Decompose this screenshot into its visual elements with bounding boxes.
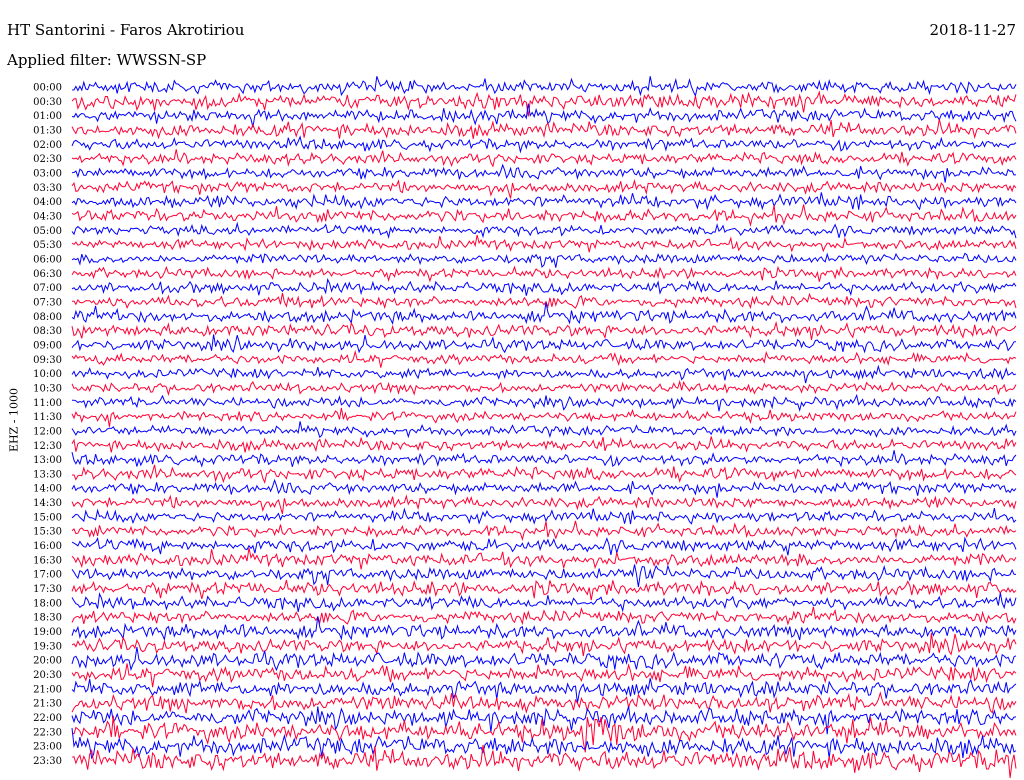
trace-line <box>71 407 1017 427</box>
row-label: 08:30 <box>33 326 62 337</box>
row-label: 18:00 <box>33 598 62 609</box>
trace-line <box>71 536 1017 556</box>
row-label: 13:30 <box>33 469 62 480</box>
row-label: 07:30 <box>33 297 62 308</box>
trace-line <box>71 393 1017 413</box>
row-label: 14:00 <box>33 484 62 495</box>
row-label: 11:00 <box>33 398 62 409</box>
trace-line <box>71 663 1017 688</box>
trace-line <box>71 647 1017 672</box>
trace-line <box>71 302 1017 325</box>
row-label: 02:30 <box>33 154 62 165</box>
row-label: 04:00 <box>33 197 62 208</box>
trace-line <box>71 364 1017 384</box>
row-label: 13:00 <box>33 455 62 466</box>
row-label: 10:00 <box>33 369 62 380</box>
trace-line <box>71 265 1017 283</box>
row-label: 11:30 <box>33 412 62 423</box>
row-label: 02:00 <box>33 140 62 151</box>
row-label: 19:00 <box>33 627 62 638</box>
row-label: 04:30 <box>33 211 62 222</box>
row-label: 08:00 <box>33 312 62 323</box>
row-label: 16:00 <box>33 541 62 552</box>
row-label: 22:00 <box>33 713 62 724</box>
row-label: 12:00 <box>33 426 62 437</box>
trace-line <box>71 149 1017 168</box>
trace-line <box>71 564 1017 587</box>
trace-line <box>71 579 1017 601</box>
trace-line <box>71 119 1017 140</box>
trace-line <box>71 204 1017 227</box>
trace-line <box>71 178 1017 199</box>
trace-line <box>71 632 1017 657</box>
row-label: 16:30 <box>33 555 62 566</box>
row-label: 01:00 <box>33 111 62 122</box>
trace-line <box>71 103 1017 128</box>
trace-line <box>71 135 1017 154</box>
row-label: 06:00 <box>33 254 62 265</box>
trace-line <box>71 436 1017 453</box>
row-label: 00:30 <box>33 97 62 108</box>
trace-line <box>71 606 1017 626</box>
row-label: 10:30 <box>33 383 62 394</box>
trace-line <box>71 379 1017 397</box>
trace-line <box>71 192 1017 211</box>
trace-line <box>71 163 1017 183</box>
row-label: 15:00 <box>33 512 62 523</box>
row-label: 22:30 <box>33 727 62 738</box>
row-label: 17:00 <box>33 570 62 581</box>
row-label: 20:30 <box>33 670 62 681</box>
row-label: 12:30 <box>33 441 62 452</box>
row-label: 01:30 <box>33 125 62 136</box>
row-label: 06:30 <box>33 269 62 280</box>
trace-line <box>71 252 1017 269</box>
row-label: 05:30 <box>33 240 62 251</box>
row-label: 23:30 <box>33 756 62 767</box>
row-label: 14:30 <box>33 498 62 509</box>
row-label: 07:00 <box>33 283 62 294</box>
trace-line <box>71 616 1017 642</box>
trace-line <box>71 450 1017 468</box>
trace-line <box>71 478 1017 498</box>
trace-line <box>71 464 1017 484</box>
trace-line <box>71 76 1017 98</box>
helicorder-plot: 00:00 00:30 01:00 01:30 02:00 02:30 03:00 03:30… <box>33 76 1017 778</box>
trace-line <box>71 691 1017 714</box>
row-label: 21:00 <box>33 684 62 695</box>
trace-line <box>71 520 1017 542</box>
row-label: 17:30 <box>33 584 62 595</box>
trace-line <box>71 349 1017 368</box>
row-label: 00:00 <box>33 83 62 94</box>
trace-line <box>71 507 1017 525</box>
row-label: 19:30 <box>33 641 62 652</box>
trace-line <box>71 221 1017 240</box>
row-label: 23:00 <box>33 742 62 753</box>
row-label: 18:30 <box>33 613 62 624</box>
row-label: 03:00 <box>33 168 62 179</box>
trace-line <box>71 334 1017 354</box>
row-label: 21:30 <box>33 699 62 710</box>
trace-line <box>71 234 1017 253</box>
trace-line <box>71 421 1017 439</box>
trace-line <box>71 277 1017 297</box>
trace-line <box>71 592 1017 613</box>
row-label: 09:00 <box>33 340 62 351</box>
row-label: 15:30 <box>33 527 62 538</box>
row-label: 03:30 <box>33 183 62 194</box>
trace-line <box>71 292 1017 310</box>
trace-line <box>71 547 1017 570</box>
row-label: 05:00 <box>33 226 62 237</box>
row-label: 20:00 <box>33 656 62 667</box>
row-label: 09:30 <box>33 355 62 366</box>
